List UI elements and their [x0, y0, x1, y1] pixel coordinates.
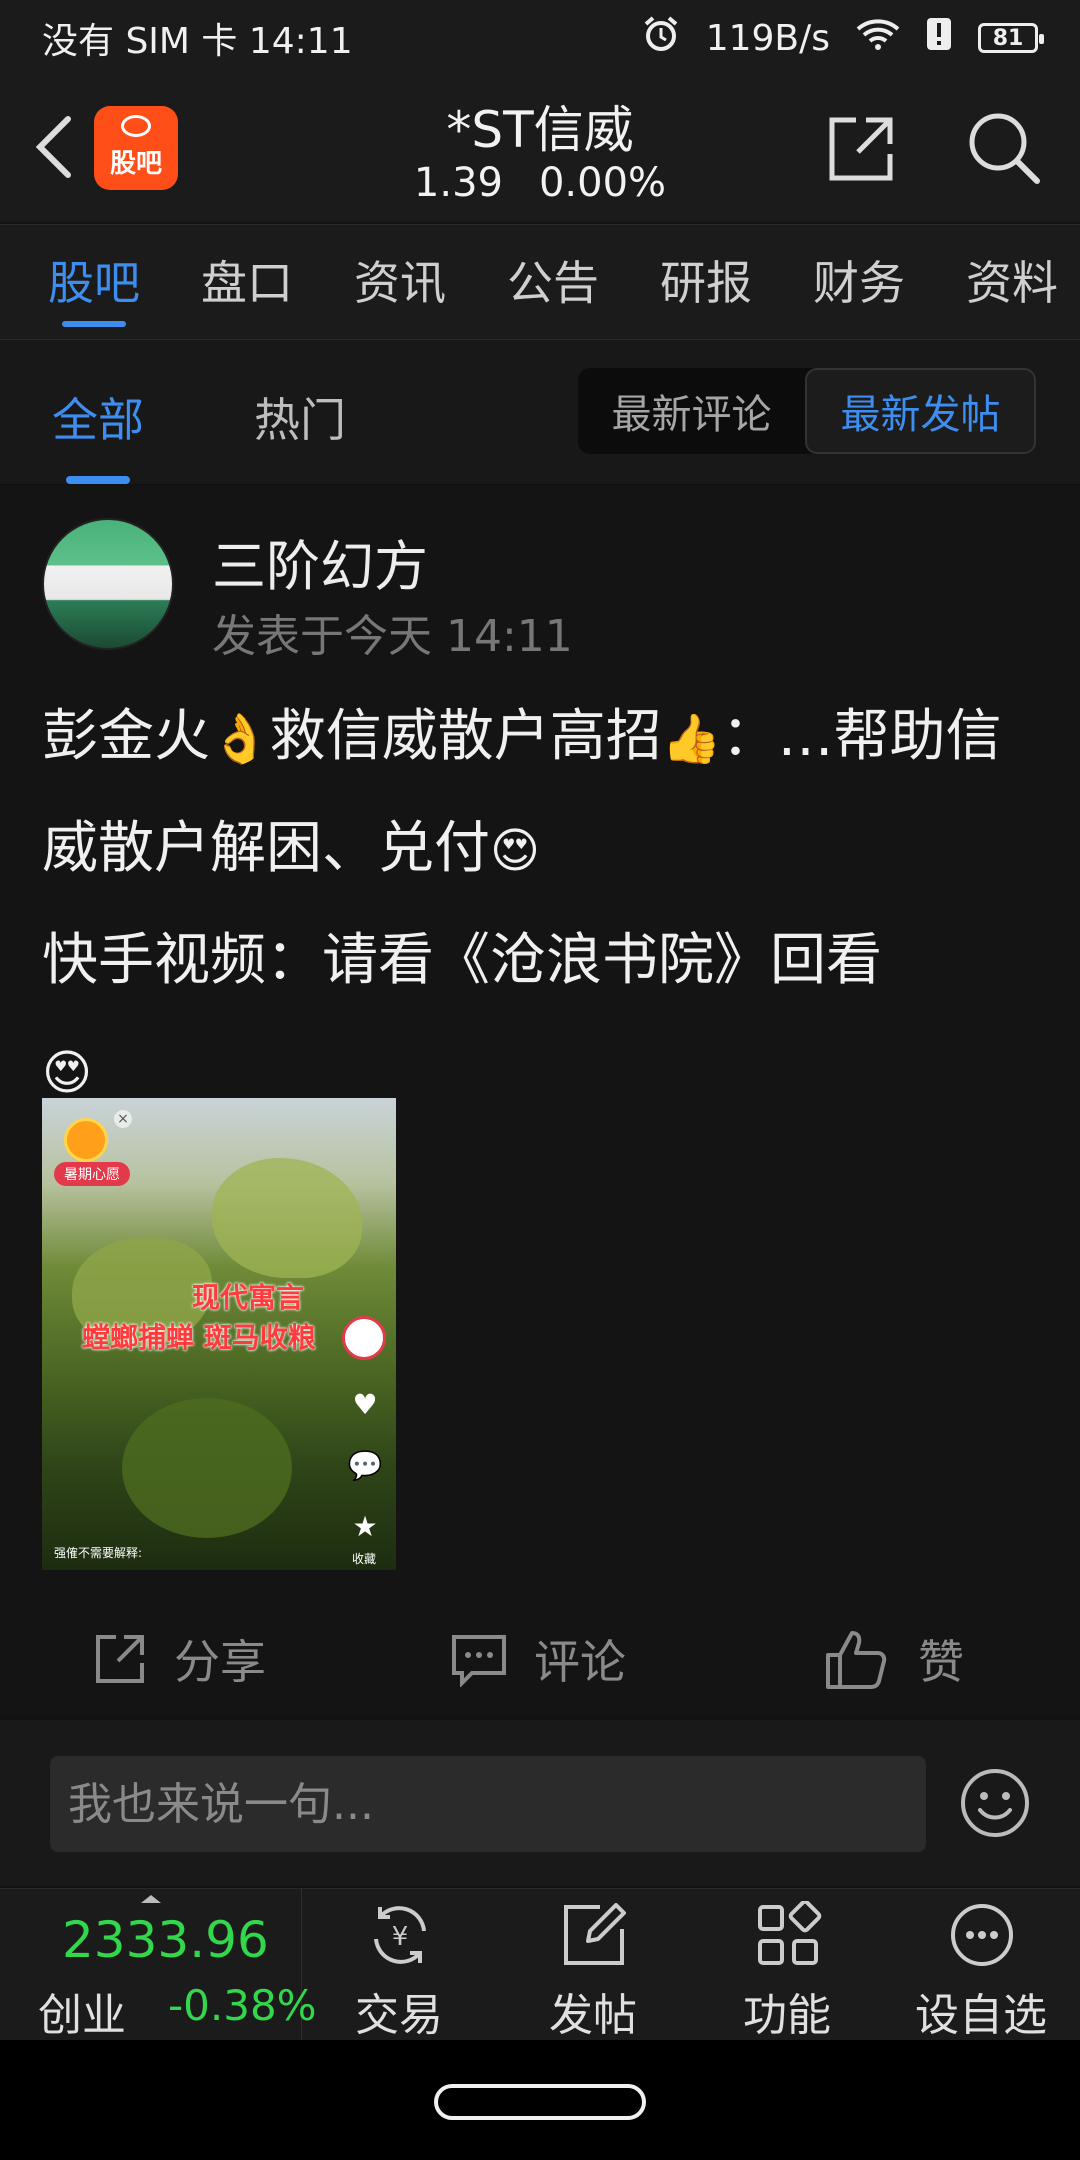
post-line-1: 彭金火👌救信威散户高招👍：…帮助信威散户解困、兑付😍 [42, 682, 1042, 906]
bottom-bar: 2333.96 创业 -0.38% ¥ 交易 发帖 功能 设自选 [0, 1888, 1080, 2041]
heart-icon: ♥ [352, 1388, 378, 1421]
sort-latest-comment[interactable]: 最新评论 [578, 368, 805, 454]
heart-eyes-emoji-icon: 😍 [42, 1045, 93, 1101]
caret-up-icon [141, 1895, 161, 1903]
tab-pankou[interactable]: 盘口 [201, 225, 293, 339]
battery-icon: 81 [978, 23, 1044, 53]
like-button[interactable]: 赞 [824, 1626, 964, 1692]
video-title-2: 螳螂捕蝉 斑马收粮 [82, 1321, 316, 1354]
post-text-a: 彭金火 [42, 704, 210, 769]
add-watchlist-button[interactable]: 设自选 [884, 1889, 1078, 2041]
tab-news[interactable]: 资讯 [354, 225, 446, 339]
post-text-b: 救信威散户高招 [269, 704, 662, 769]
sort-toggle: 最新评论 最新发帖 [578, 368, 1036, 454]
creator-avatar [342, 1316, 388, 1360]
trade-button[interactable]: ¥ 交易 [302, 1889, 496, 2041]
tab-finance[interactable]: 财务 [813, 225, 905, 339]
smile-icon[interactable] [958, 1766, 1032, 1840]
mascot-icon [64, 1118, 108, 1162]
close-icon: × [114, 1110, 132, 1128]
system-nav-bar [0, 2040, 1080, 2160]
alarm-icon [642, 15, 680, 62]
author-name[interactable]: 三阶幻方 [212, 522, 428, 601]
index-value: 2333.96 [62, 1911, 269, 1969]
comment-bubble-icon: 💬 [347, 1449, 383, 1482]
net-speed: 119B/s [705, 17, 830, 59]
tab-guba[interactable]: 股吧 [48, 225, 140, 339]
post-time: 发表于今天 14:11 [212, 611, 573, 662]
stock-name: *ST信威 [446, 101, 634, 159]
functions-label: 功能 [743, 1990, 831, 2041]
video-side-icons: ♥ 💬 ★ [342, 1316, 388, 1570]
stock-quote: 1.39 0.00% [0, 160, 1080, 206]
tab-hot[interactable]: 热门 [254, 384, 346, 450]
foliage [122, 1398, 292, 1538]
functions-button[interactable]: 功能 [690, 1889, 884, 2041]
share-label: 分享 [174, 1635, 266, 1689]
video-title-1: 现代寓言 [192, 1281, 305, 1314]
comment-button[interactable]: 评论 [450, 1626, 626, 1692]
comment-bar [0, 1720, 1080, 1886]
sort-latest-post[interactable]: 最新发帖 [805, 368, 1036, 454]
share-icon [96, 1635, 144, 1683]
more-icon [951, 1904, 1013, 1966]
ok-hand-emoji-icon: 👌 [210, 711, 270, 767]
svg-text:¥: ¥ [392, 1922, 409, 1952]
post-text-d: 快手视频：请看《沧浪书院》回看 [42, 928, 882, 993]
comment-icon [452, 1635, 506, 1687]
add-watchlist-label: 设自选 [915, 1990, 1047, 2041]
thumbs-up-emoji-icon: 👍 [661, 711, 722, 767]
video-badge: 暑期心愿 [54, 1162, 130, 1186]
tab-profile[interactable]: 资料 [966, 225, 1058, 339]
search-icon[interactable] [964, 108, 1044, 188]
video-thumbnail[interactable]: × 暑期心愿 现代寓言 螳螂捕蝉 斑马收粮 ♥ 💬 ★ 收藏 强傕不需要解释: [42, 1098, 396, 1570]
video-caption: 强傕不需要解释: [54, 1546, 143, 1560]
trade-icon: ¥ [374, 1906, 426, 1964]
new-post-button[interactable]: 发帖 [496, 1889, 690, 2041]
stock-change: 0.00% [538, 160, 667, 206]
status-bar: 没有 SIM 卡 14:11 119B/s 81 [0, 0, 1080, 76]
thumb-up-icon [826, 1631, 887, 1689]
post-body[interactable]: 彭金火👌救信威散户高招👍：…帮助信威散户解困、兑付😍 快手视频：请看《沧浪书院》… [42, 682, 1042, 1128]
heart-eyes-emoji-icon: 😍 [490, 823, 541, 879]
avatar[interactable] [42, 518, 174, 650]
status-right: 119B/s 81 [642, 15, 1044, 62]
share-button[interactable]: 分享 [92, 1626, 266, 1692]
post-actions: 分享 评论 赞 [0, 1604, 1080, 1714]
main-tabs: 股吧 盘口 资讯 公告 研报 财务 资料 [0, 224, 1080, 340]
like-label: 赞 [918, 1635, 964, 1689]
tab-announcements[interactable]: 公告 [507, 225, 599, 339]
new-post-label: 发帖 [549, 1990, 637, 2041]
grid-icon [758, 1901, 822, 1965]
trade-label: 交易 [355, 1990, 443, 2041]
post-line-2: 快手视频：请看《沧浪书院》回看 [42, 906, 1042, 1016]
post-card[interactable]: 三阶幻方 发表于今天 14:11 彭金火👌救信威散户高招👍：…帮助信威散户解困、… [0, 486, 1080, 1716]
edit-icon [564, 1903, 626, 1965]
alert-icon [926, 17, 952, 60]
market-index[interactable]: 2333.96 创业 -0.38% [0, 1889, 317, 2041]
sub-tabs: 全部 热门 最新评论 最新发帖 [0, 340, 1080, 484]
home-indicator[interactable] [434, 2084, 646, 2120]
index-change: -0.38% [168, 1981, 317, 2030]
title-bar: 股吧 *ST信威 1.39 0.00% [0, 76, 1080, 222]
foliage [212, 1158, 362, 1278]
index-name: 创业 [38, 1990, 126, 2041]
tab-research[interactable]: 研报 [660, 225, 752, 339]
share-icon[interactable] [826, 114, 896, 184]
comment-label: 评论 [534, 1635, 626, 1689]
comment-input[interactable] [50, 1756, 926, 1852]
wifi-icon [856, 17, 900, 60]
collect-label: 收藏 [352, 1552, 377, 1566]
tab-all[interactable]: 全部 [52, 384, 144, 484]
star-icon: ★ [352, 1510, 378, 1543]
status-left: 没有 SIM 卡 14:11 [42, 21, 353, 62]
stock-price: 1.39 [413, 160, 503, 206]
